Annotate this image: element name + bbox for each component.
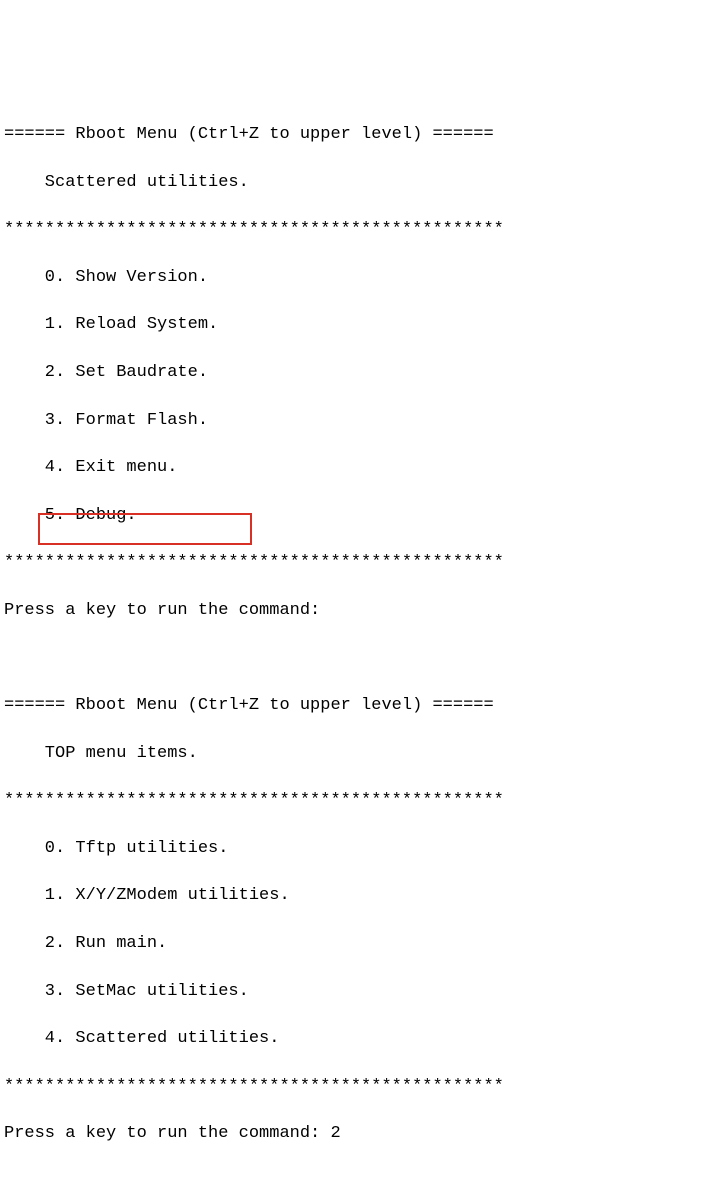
- blank-line: [4, 647, 699, 671]
- menu1-item-4: 4. Exit menu.: [4, 456, 699, 480]
- menu2-item-4: 4. Scattered utilities.: [4, 1027, 699, 1051]
- menu2-prompt[interactable]: Press a key to run the command: 2: [4, 1122, 699, 1146]
- menu1-item-2: 2. Set Baudrate.: [4, 361, 699, 385]
- menu1-divider2: ****************************************…: [4, 551, 699, 575]
- menu2-divider2: ****************************************…: [4, 1075, 699, 1099]
- blank-line-2: [4, 1170, 699, 1194]
- menu1-divider: ****************************************…: [4, 218, 699, 242]
- menu1-subtitle: Scattered utilities.: [4, 171, 699, 195]
- menu2-item-1: 1. X/Y/ZModem utilities.: [4, 884, 699, 908]
- terminal-output: ====== Rboot Menu (Ctrl+Z to upper level…: [4, 99, 699, 1194]
- menu2-item-2: 2. Run main.: [4, 932, 699, 956]
- menu1-item-0: 0. Show Version.: [4, 266, 699, 290]
- menu2-item-3: 3. SetMac utilities.: [4, 980, 699, 1004]
- menu2-item-0: 0. Tftp utilities.: [4, 837, 699, 861]
- menu1-item-5: 5. Debug.: [4, 504, 699, 528]
- menu1-item-3: 3. Format Flash.: [4, 409, 699, 433]
- menu2-divider: ****************************************…: [4, 789, 699, 813]
- menu1-header: ====== Rboot Menu (Ctrl+Z to upper level…: [4, 123, 699, 147]
- menu1-item-1: 1. Reload System.: [4, 313, 699, 337]
- menu2-subtitle: TOP menu items.: [4, 742, 699, 766]
- menu2-header: ====== Rboot Menu (Ctrl+Z to upper level…: [4, 694, 699, 718]
- menu1-prompt[interactable]: Press a key to run the command:: [4, 599, 699, 623]
